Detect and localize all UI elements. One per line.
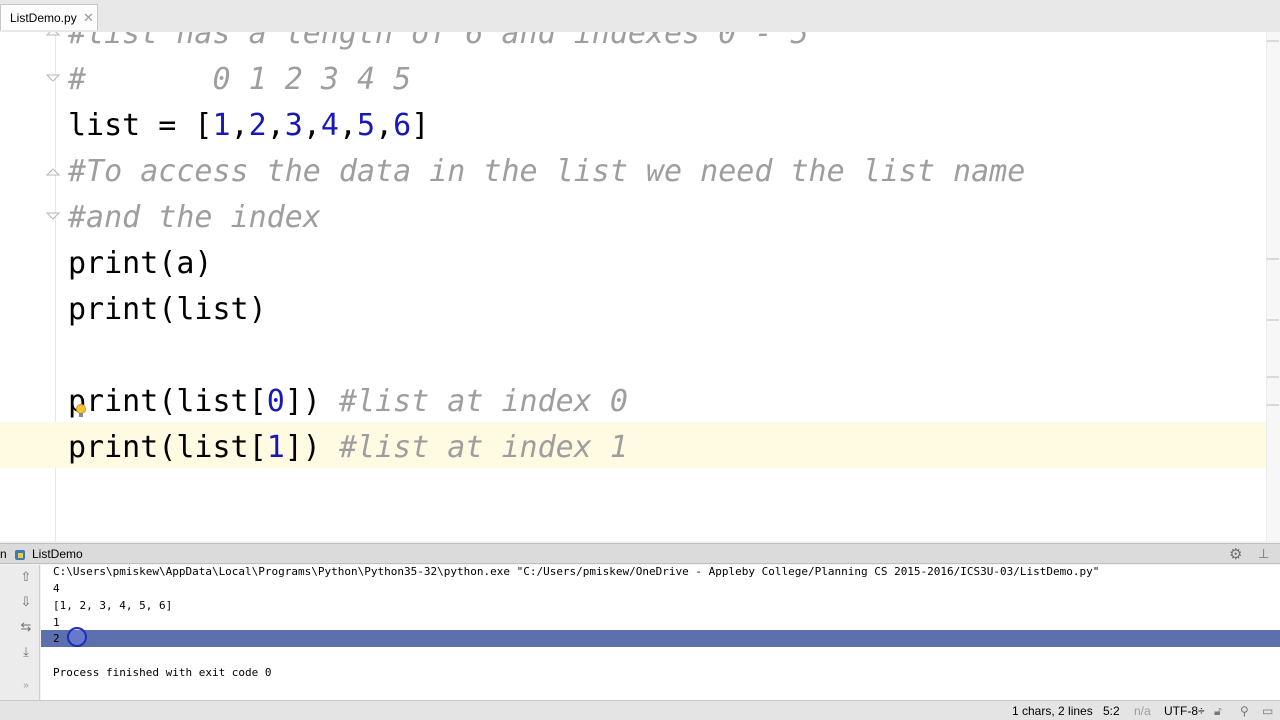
scroll-marker[interactable] <box>1267 319 1279 321</box>
code-line[interactable]: print(list) <box>68 287 267 333</box>
run-config-title[interactable]: ListDemo <box>32 547 83 561</box>
code-token: print(list) <box>68 292 267 327</box>
code-token: list = [ <box>68 108 213 143</box>
code-token: ]) <box>284 384 339 419</box>
console-selection <box>41 630 1280 647</box>
console-line: 1 <box>53 616 60 629</box>
code-number: 5 <box>357 108 376 143</box>
console-line: [1, 2, 3, 4, 5, 6] <box>53 599 173 612</box>
gear-icon[interactable]: ⚙ <box>1229 545 1242 563</box>
code-token: ]) <box>284 430 339 465</box>
fold-marker-icon[interactable] <box>44 162 62 180</box>
code-number: 1 <box>266 430 285 465</box>
run-window-header: n ListDemo ⚙ ⊥ <box>0 543 1280 564</box>
code-token: , <box>266 108 285 143</box>
file-encoding[interactable]: UTF-8÷ <box>1164 704 1205 718</box>
code-line[interactable]: list = [1,2,3,4,5,6] <box>68 103 429 149</box>
code-comment: #list at index 0 <box>338 384 628 419</box>
lightbulb-icon[interactable] <box>75 404 87 418</box>
event-log-icon[interactable]: ▭ <box>1262 704 1273 718</box>
code-token: ] <box>411 108 430 143</box>
code-number: 0 <box>266 384 285 419</box>
code-number: 1 <box>212 108 231 143</box>
arrow-down-icon[interactable]: ⇩ <box>17 593 35 611</box>
code-number: 3 <box>284 108 303 143</box>
code-line[interactable]: #list has a length of 6 and indexes 0 - … <box>68 32 809 57</box>
code-token: , <box>338 108 357 143</box>
line-separator-status: n/a <box>1134 704 1151 718</box>
code-number: 4 <box>320 108 339 143</box>
scroll-marker[interactable] <box>1267 404 1279 406</box>
editor-scrollbar[interactable] <box>1266 32 1280 541</box>
code-number: 6 <box>393 108 412 143</box>
fold-marker-icon[interactable] <box>44 70 62 88</box>
console-line: 4 <box>53 582 60 595</box>
code-line[interactable]: #and the index <box>68 195 321 241</box>
run-console-output[interactable]: C:\Users\pmiskew\AppData\Local\Programs\… <box>41 565 1280 700</box>
code-line[interactable]: # 0 1 2 3 4 5 <box>68 57 411 103</box>
code-comment: #and the index <box>68 200 321 235</box>
code-token: print(a) <box>68 246 213 281</box>
code-comment: #list has a length of 6 and indexes 0 - … <box>68 32 809 51</box>
caret-position[interactable]: 5:2 <box>1103 704 1120 718</box>
python-run-icon <box>14 548 26 566</box>
tab-listdemo[interactable]: ListDemo.py ✕ <box>0 4 98 30</box>
lock-icon[interactable]: 🔓︎ <box>1214 704 1222 719</box>
code-number: 2 <box>248 108 267 143</box>
code-line[interactable]: print(a) <box>68 241 213 287</box>
code-comment: #To access the data in the list we need … <box>68 154 1026 189</box>
scroll-marker[interactable] <box>1267 376 1279 378</box>
code-line[interactable]: #To access the data in the list we need … <box>68 149 1025 195</box>
scroll-marker[interactable] <box>1267 258 1279 260</box>
code-token: , <box>375 108 394 143</box>
code-token: print(list[ <box>68 430 267 465</box>
run-label-fragment: n <box>0 547 7 561</box>
close-icon[interactable]: ✕ <box>83 10 94 26</box>
fold-marker-icon[interactable] <box>44 208 62 226</box>
code-comment: # 0 1 2 3 4 5 <box>68 62 412 97</box>
status-bar: 1 chars, 2 lines 5:2 n/a UTF-8÷ 🔓︎ ⚲ ▭ <box>0 700 1280 720</box>
selection-info: 1 chars, 2 lines <box>1012 704 1093 718</box>
code-line[interactable]: print(list[0]) #list at index 0 <box>68 379 628 425</box>
console-line: 2 <box>53 632 60 645</box>
scroll-to-end-icon[interactable]: ⤓ <box>17 643 35 661</box>
run-toolbar: ⇧ ⇩ ⇆ ⤓ » <box>0 565 40 700</box>
more-actions-icon[interactable]: » <box>17 677 35 695</box>
editor-tab-bar: ListDemo.py ✕ <box>0 0 1280 32</box>
code-comment: #list at index 1 <box>338 430 628 465</box>
scroll-marker[interactable] <box>1267 40 1279 42</box>
soft-wrap-icon[interactable]: ⇆ <box>17 618 35 636</box>
arrow-up-icon[interactable]: ⇧ <box>17 568 35 586</box>
code-line[interactable]: print(list[1]) #list at index 1 <box>68 425 628 471</box>
inspection-icon[interactable]: ⚲ <box>1240 704 1249 718</box>
hide-window-icon[interactable]: ⊥ <box>1258 546 1269 562</box>
console-line: Process finished with exit code 0 <box>53 666 272 679</box>
code-editor[interactable]: #list has a length of 6 and indexes 0 - … <box>0 32 1280 541</box>
code-token: print(list[ <box>68 384 267 419</box>
fold-marker-icon[interactable] <box>44 32 62 40</box>
tab-label: ListDemo.py <box>10 11 77 25</box>
mouse-cursor-highlight <box>67 627 87 647</box>
code-token: , <box>302 108 321 143</box>
code-token: , <box>230 108 249 143</box>
console-line: C:\Users\pmiskew\AppData\Local\Programs\… <box>53 565 1100 578</box>
